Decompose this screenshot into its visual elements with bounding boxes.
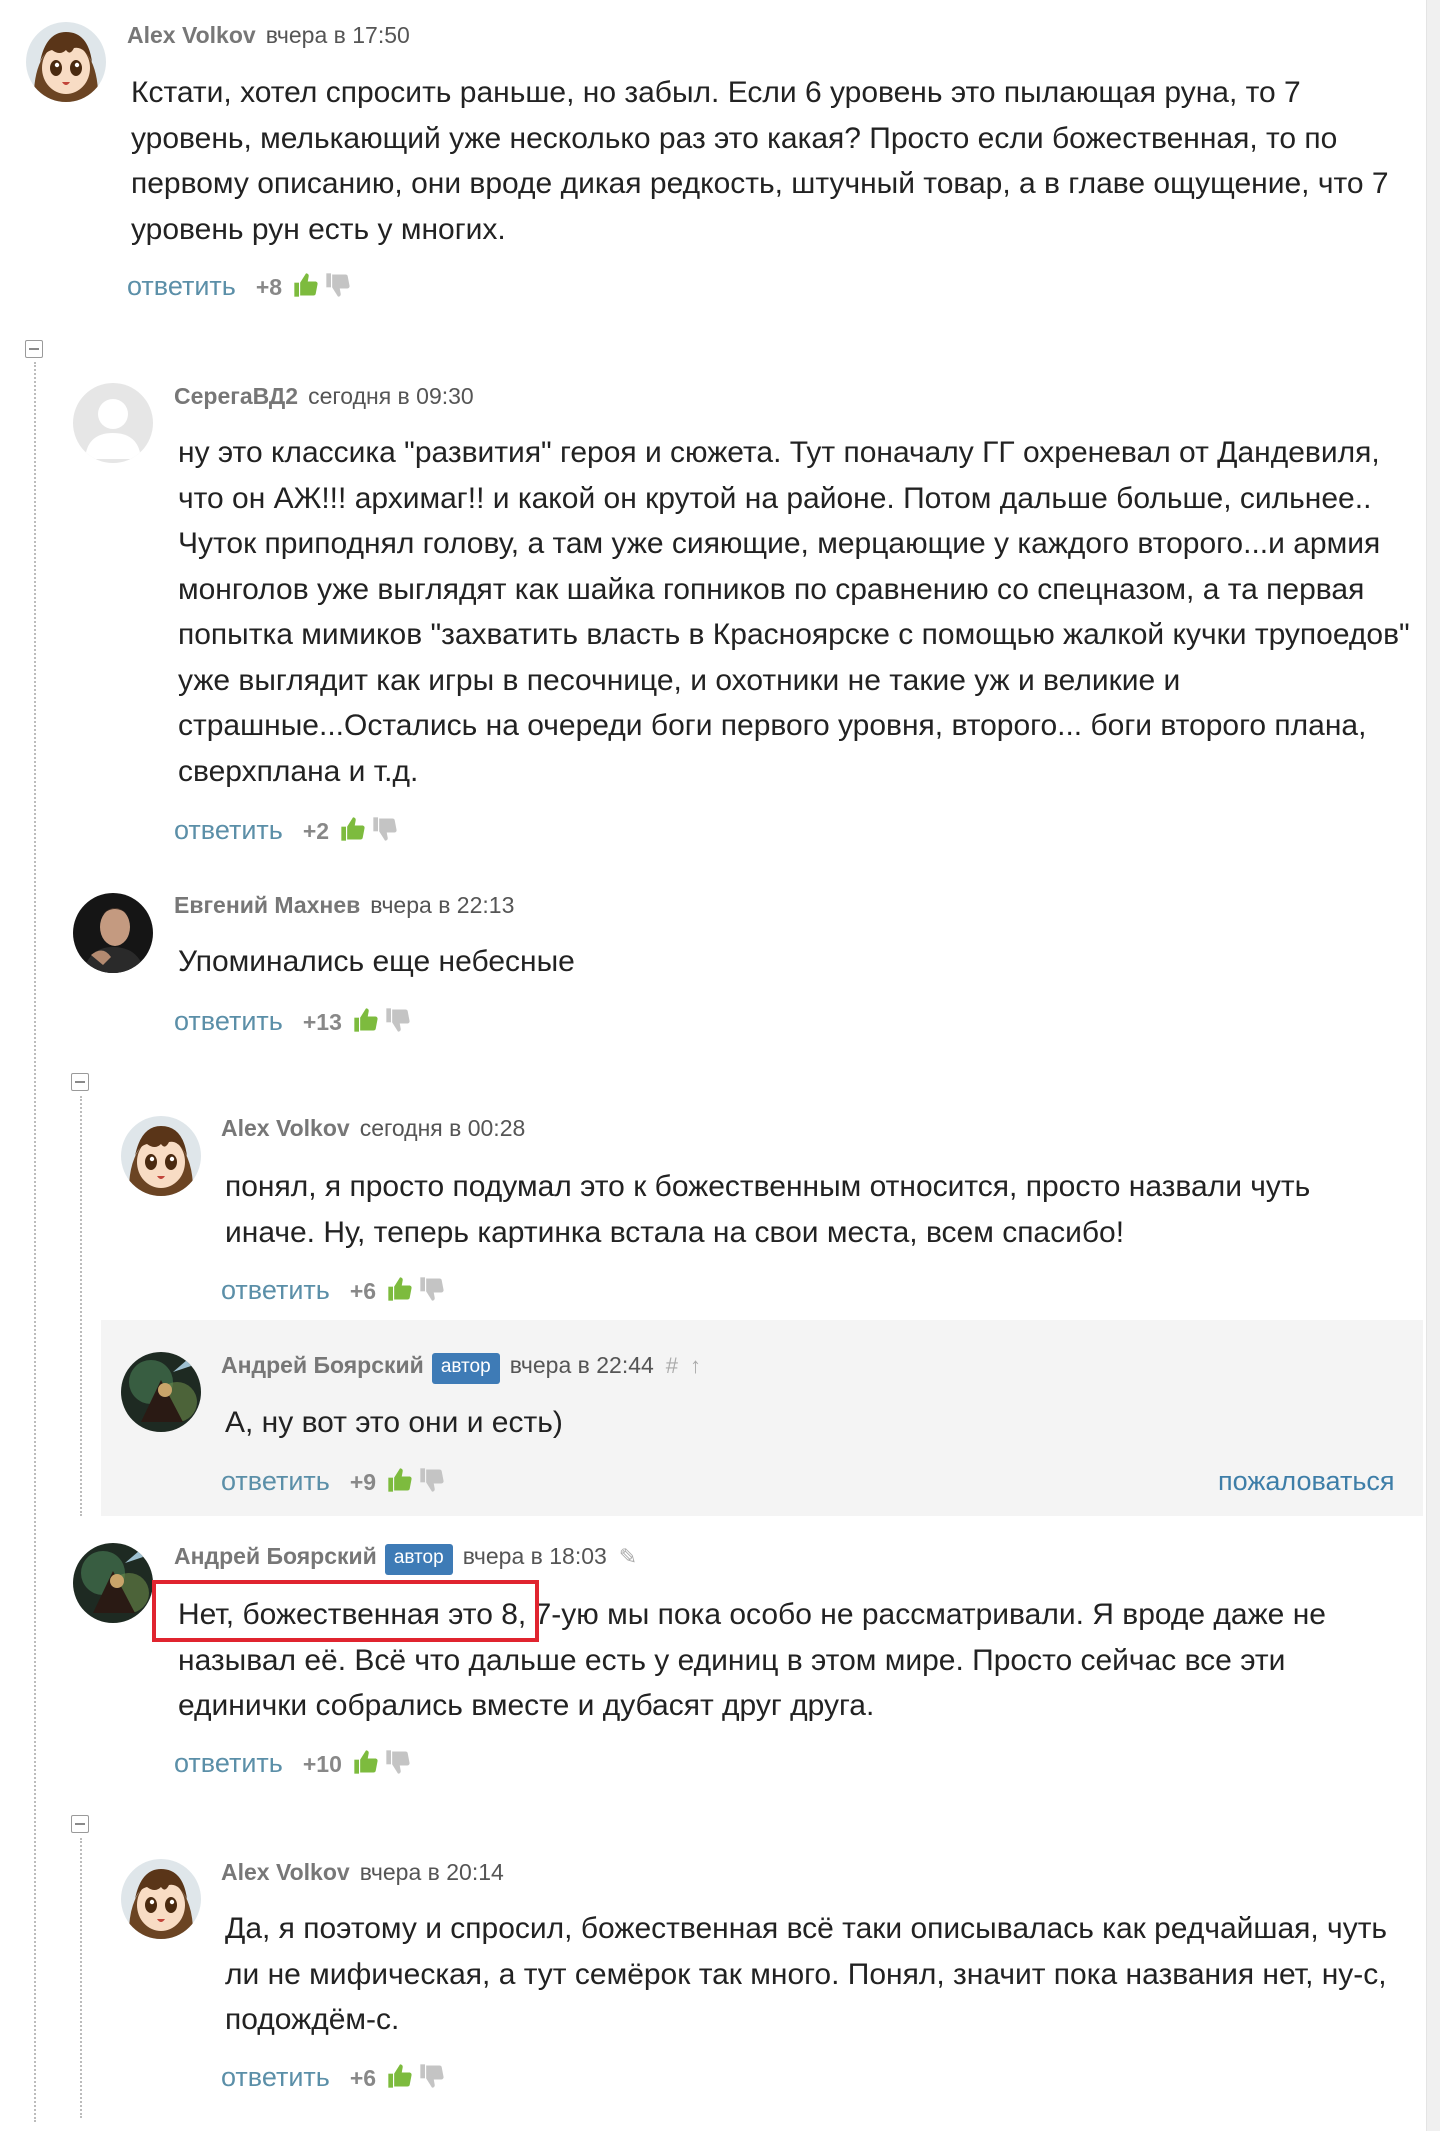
thumb-up-icon[interactable]	[386, 1466, 414, 1494]
reply-link[interactable]: ответить	[221, 2062, 330, 2092]
comment-text: А, ну вот это они и есть)	[225, 1406, 563, 1439]
avatar[interactable]	[121, 1116, 201, 1196]
collapse-thread-toggle[interactable]	[71, 1073, 89, 1091]
thumb-up-icon[interactable]	[339, 815, 367, 843]
reply-link[interactable]: ответить	[174, 1006, 283, 1036]
comment-text: Кстати, хотел спросить раньше, но забыл.…	[131, 76, 1389, 246]
comment-actions: ответить +8	[127, 270, 352, 302]
avatar[interactable]	[121, 1352, 201, 1432]
thread-line	[34, 362, 36, 2122]
comment-meta: Евгений Махнев вчера в 22:13	[174, 890, 514, 920]
reply-link[interactable]: ответить	[221, 1466, 330, 1496]
comment-score: +9	[349, 1469, 377, 1495]
thumb-up-icon[interactable]	[292, 271, 320, 299]
comment-date[interactable]: вчера в 22:13	[370, 892, 514, 918]
permalink-icon[interactable]: #	[666, 1353, 678, 1378]
anime-girl-avatar-icon	[121, 1116, 201, 1196]
comment-actions: ответить +6	[221, 2061, 446, 2093]
thumb-down-icon[interactable]	[418, 1275, 446, 1303]
edit-pencil-icon[interactable]: ✎	[619, 1544, 637, 1569]
comment-author[interactable]: Alex Volkov	[127, 22, 256, 48]
comment-author[interactable]: Андрей Боярский	[174, 1543, 377, 1569]
comment-author[interactable]: Евгений Махнев	[174, 892, 360, 918]
comment-date[interactable]: вчера в 18:03	[463, 1543, 607, 1569]
reply-link[interactable]: ответить	[127, 271, 236, 301]
comment-author[interactable]: СерегаВД2	[174, 383, 298, 409]
thread-line	[80, 1838, 82, 2118]
thumb-up-icon[interactable]	[386, 1275, 414, 1303]
comment-actions: ответить +2	[174, 814, 399, 846]
comment-author[interactable]: Alex Volkov	[221, 1115, 350, 1141]
comment-score: +6	[349, 2065, 377, 2091]
thumb-up-icon[interactable]	[352, 1006, 380, 1034]
comment-actions: ответить +13	[174, 1005, 412, 1037]
report-link[interactable]: пожаловаться	[1218, 1465, 1395, 1497]
comment-date[interactable]: вчера в 17:50	[266, 22, 410, 48]
comment-meta: Alex Volkov вчера в 20:14	[221, 1857, 504, 1887]
comment-text: Да, я поэтому и спросил, божественная вс…	[225, 1912, 1388, 2036]
comment-actions: ответить +9	[221, 1465, 446, 1497]
comment-date[interactable]: вчера в 20:14	[360, 1859, 504, 1885]
comment-actions: ответить +10	[174, 1747, 412, 1779]
comment-date[interactable]: сегодня в 00:28	[360, 1115, 526, 1141]
avatar[interactable]	[121, 1859, 201, 1939]
comment-score: +10	[302, 1751, 342, 1777]
fantasy-art-avatar-icon	[121, 1352, 201, 1432]
annotation-highlight-box	[152, 1580, 539, 1642]
comment-date[interactable]: вчера в 22:44	[510, 1352, 654, 1378]
comment-meta: Alex Volkov вчера в 17:50	[127, 20, 410, 50]
comment-author[interactable]: Alex Volkov	[221, 1859, 350, 1885]
anime-girl-avatar-icon	[26, 22, 106, 102]
page-scrollbar[interactable]	[1426, 0, 1440, 2131]
thumb-down-icon[interactable]	[371, 815, 399, 843]
thumb-down-icon[interactable]	[384, 1006, 412, 1034]
comment-meta: СерегаВД2 сегодня в 09:30	[174, 381, 474, 411]
parent-link-icon[interactable]: ↑	[690, 1353, 701, 1378]
fantasy-art-avatar-icon	[73, 1543, 153, 1623]
default-user-avatar-icon	[73, 383, 153, 463]
avatar[interactable]	[73, 383, 153, 463]
avatar[interactable]	[73, 1543, 153, 1623]
thumb-up-icon[interactable]	[352, 1748, 380, 1776]
comment-score: +2	[302, 818, 330, 844]
comment-actions: ответить +6	[221, 1274, 446, 1306]
thread-line	[80, 1096, 82, 1516]
author-badge: автор	[384, 1544, 453, 1575]
comment-score: +13	[302, 1009, 342, 1035]
comment-text: Упоминались еще небесные	[178, 945, 575, 978]
comment-date[interactable]: сегодня в 09:30	[308, 383, 474, 409]
comment-meta: Alex Volkov сегодня в 00:28	[221, 1113, 525, 1143]
comment-text: ну это классика "развития" героя и сюжет…	[178, 436, 1410, 788]
collapse-thread-toggle[interactable]	[25, 340, 43, 358]
reply-link[interactable]: ответить	[174, 1748, 283, 1778]
comment-meta: Андрей Боярский автор вчера в 18:03 ✎	[174, 1541, 637, 1575]
thumb-down-icon[interactable]	[324, 271, 352, 299]
comment-meta: Андрей Боярский автор вчера в 22:44 # ↑	[221, 1350, 701, 1384]
reply-link[interactable]: ответить	[174, 815, 283, 845]
man-photo-avatar-icon	[73, 893, 153, 973]
reply-link[interactable]: ответить	[221, 1275, 330, 1305]
author-badge: автор	[431, 1353, 500, 1384]
thumb-down-icon[interactable]	[418, 1466, 446, 1494]
comment-score: +6	[349, 1278, 377, 1304]
comment-author[interactable]: Андрей Боярский	[221, 1352, 424, 1378]
thumb-down-icon[interactable]	[418, 2062, 446, 2090]
thumb-down-icon[interactable]	[384, 1748, 412, 1776]
anime-girl-avatar-icon	[121, 1859, 201, 1939]
comment-score: +8	[255, 274, 283, 300]
comment-text: понял, я просто подумал это к божественн…	[225, 1170, 1311, 1249]
avatar[interactable]	[73, 893, 153, 973]
avatar[interactable]	[26, 22, 106, 102]
thumb-up-icon[interactable]	[386, 2062, 414, 2090]
collapse-thread-toggle[interactable]	[71, 1815, 89, 1833]
